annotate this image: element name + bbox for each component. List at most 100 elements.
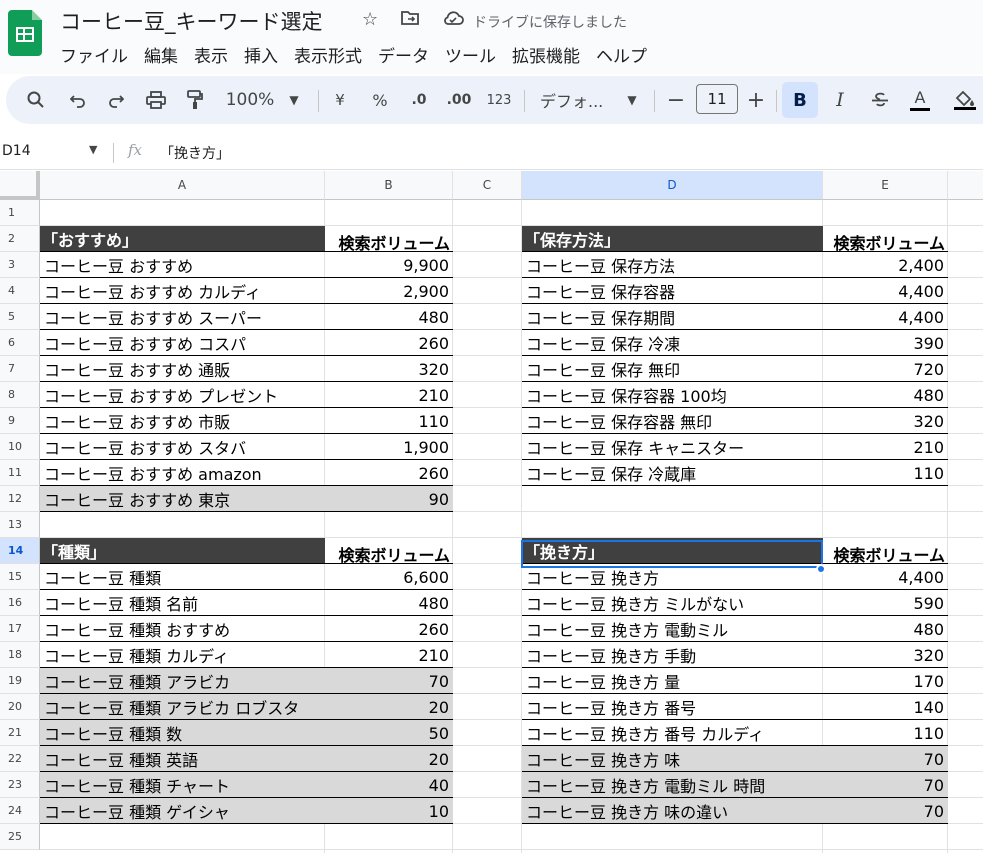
keyword-cell[interactable]: コーヒー豆 種類 おすすめ: [40, 616, 325, 642]
keyword-cell[interactable]: コーヒー豆 種類: [40, 564, 325, 590]
volume-cell[interactable]: 140: [823, 694, 948, 720]
increase-font-size-icon[interactable]: +: [744, 76, 768, 124]
keyword-cell[interactable]: コーヒー豆 保存 無印: [522, 356, 823, 382]
keyword-cell[interactable]: コーヒー豆 おすすめ 市販: [40, 408, 325, 434]
menu-file[interactable]: ファイル: [52, 40, 136, 69]
strikethrough-icon[interactable]: [868, 76, 892, 124]
fill-color-icon[interactable]: [952, 76, 978, 124]
keyword-cell[interactable]: コーヒー豆 挽き方 番号 カルディ: [522, 720, 823, 746]
row-header-5[interactable]: 5: [0, 304, 40, 330]
volume-cell[interactable]: 390: [823, 330, 948, 356]
volume-cell[interactable]: 480: [823, 616, 948, 642]
volume-header-hikikata[interactable]: 検索ボリューム: [823, 538, 948, 564]
bold-button[interactable]: B: [782, 82, 818, 118]
volume-cell[interactable]: 720: [823, 356, 948, 382]
select-all-corner[interactable]: [0, 171, 40, 200]
row-header-18[interactable]: 18: [0, 642, 40, 668]
volume-cell[interactable]: 4,400: [823, 278, 948, 304]
table-title-hozon[interactable]: 「保存方法」: [522, 226, 823, 252]
menu-insert[interactable]: 挿入: [236, 40, 286, 69]
volume-cell[interactable]: 70: [325, 668, 453, 694]
volume-cell[interactable]: 10: [325, 798, 453, 824]
row-header-25[interactable]: 25: [0, 824, 40, 850]
volume-cell[interactable]: 480: [823, 382, 948, 408]
volume-cell[interactable]: 4,400: [823, 304, 948, 330]
row-header-9[interactable]: 9: [0, 408, 40, 434]
row-header-22[interactable]: 22: [0, 746, 40, 772]
keyword-cell[interactable]: コーヒー豆 おすすめ 通販: [40, 356, 325, 382]
row-header-21[interactable]: 21: [0, 720, 40, 746]
row-header-7[interactable]: 7: [0, 356, 40, 382]
menu-view[interactable]: 表示: [186, 40, 236, 69]
undo-icon[interactable]: [64, 76, 92, 124]
move-folder-icon[interactable]: [400, 9, 420, 32]
decrease-decimal-button[interactable]: .0: [404, 76, 434, 124]
keyword-cell[interactable]: コーヒー豆 おすすめ amazon: [40, 460, 325, 486]
row-header-3[interactable]: 3: [0, 252, 40, 278]
zoom-dropdown-icon[interactable]: ▼: [282, 76, 306, 124]
keyword-cell[interactable]: コーヒー豆 種類 ゲイシャ: [40, 798, 325, 824]
column-header-e[interactable]: E: [823, 171, 948, 200]
volume-header-osusume[interactable]: 検索ボリューム: [325, 226, 453, 252]
menu-help[interactable]: ヘルプ: [588, 40, 655, 69]
keyword-cell[interactable]: コーヒー豆 種類 数: [40, 720, 325, 746]
volume-cell[interactable]: 9,900: [325, 252, 453, 278]
keyword-cell[interactable]: コーヒー豆 おすすめ スタバ: [40, 434, 325, 460]
keyword-cell[interactable]: コーヒー豆 保存 冷凍: [522, 330, 823, 356]
row-header-17[interactable]: 17: [0, 616, 40, 642]
column-header-d[interactable]: D: [522, 171, 823, 200]
table-title-osusume[interactable]: 「おすすめ」: [40, 226, 325, 252]
volume-header-shurui[interactable]: 検索ボリューム: [325, 538, 453, 564]
row-header-19[interactable]: 19: [0, 668, 40, 694]
star-icon[interactable]: ☆: [362, 9, 378, 30]
font-dropdown-icon[interactable]: ▼: [620, 76, 644, 124]
increase-decimal-button[interactable]: .00: [444, 76, 474, 124]
volume-cell[interactable]: 70: [823, 772, 948, 798]
table-title-shurui[interactable]: 「種類」: [40, 538, 325, 564]
volume-cell[interactable]: 210: [823, 434, 948, 460]
volume-cell[interactable]: 40: [325, 772, 453, 798]
volume-cell[interactable]: 210: [325, 642, 453, 668]
print-icon[interactable]: [142, 76, 170, 124]
menu-extensions[interactable]: 拡張機能: [504, 40, 588, 69]
volume-cell[interactable]: 170: [823, 668, 948, 694]
volume-cell[interactable]: 480: [325, 590, 453, 616]
volume-cell[interactable]: 20: [325, 746, 453, 772]
keyword-cell[interactable]: コーヒー豆 おすすめ: [40, 252, 325, 278]
keyword-cell[interactable]: コーヒー豆 保存容器 無印: [522, 408, 823, 434]
row-header-10[interactable]: 10: [0, 434, 40, 460]
column-header-a[interactable]: A: [40, 171, 325, 200]
row-header-13[interactable]: 13: [0, 512, 40, 538]
name-box[interactable]: D14: [2, 143, 31, 159]
format-currency-button[interactable]: ¥: [328, 76, 352, 124]
volume-cell[interactable]: 90: [325, 486, 453, 512]
spreadsheet-grid[interactable]: A B C D E 1 2 3 4 5 6 7 8 9 10 11 12 13 14 15 16 17 18 19 2…: [0, 171, 983, 853]
keyword-cell[interactable]: コーヒー豆 種類 英語: [40, 746, 325, 772]
row-header-8[interactable]: 8: [0, 382, 40, 408]
keyword-cell[interactable]: コーヒー豆 挽き方 電動ミル 時間: [522, 772, 823, 798]
menu-edit[interactable]: 編集: [136, 40, 186, 69]
keyword-cell[interactable]: コーヒー豆 種類 名前: [40, 590, 325, 616]
keyword-cell[interactable]: コーヒー豆 保存 冷蔵庫: [522, 460, 823, 486]
keyword-cell[interactable]: コーヒー豆 挽き方 味の違い: [522, 798, 823, 824]
column-header-b[interactable]: B: [325, 171, 453, 200]
row-header-24[interactable]: 24: [0, 798, 40, 824]
search-menus-icon[interactable]: [22, 76, 50, 124]
volume-cell[interactable]: 4,400: [823, 564, 948, 590]
format-percent-button[interactable]: %: [368, 76, 392, 124]
volume-cell[interactable]: 260: [325, 460, 453, 486]
volume-cell[interactable]: 110: [325, 408, 453, 434]
keyword-cell[interactable]: コーヒー豆 保存期間: [522, 304, 823, 330]
text-color-button[interactable]: A: [908, 76, 932, 124]
keyword-cell[interactable]: コーヒー豆 保存容器 100均: [522, 382, 823, 408]
keyword-cell[interactable]: コーヒー豆 おすすめ スーパー: [40, 304, 325, 330]
row-header-12[interactable]: 12: [0, 486, 40, 512]
formula-input[interactable]: 「挽き方」: [160, 143, 230, 163]
volume-cell[interactable]: 110: [823, 720, 948, 746]
zoom-value[interactable]: 100%: [224, 76, 276, 124]
sheets-logo-icon[interactable]: [8, 10, 42, 56]
keyword-cell[interactable]: コーヒー豆 保存方法: [522, 252, 823, 278]
keyword-cell[interactable]: コーヒー豆 おすすめ プレゼント: [40, 382, 325, 408]
volume-cell[interactable]: 260: [325, 616, 453, 642]
menu-data[interactable]: データ: [370, 40, 437, 69]
